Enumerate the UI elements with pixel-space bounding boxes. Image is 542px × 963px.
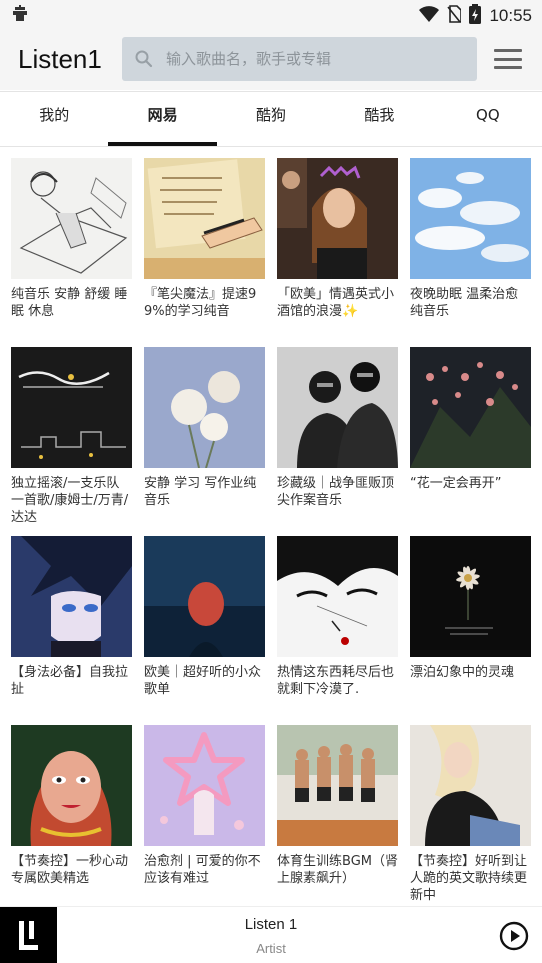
status-bar: 10:55 (0, 0, 542, 30)
now-playing-bar[interactable]: Listen 1 Artist (0, 906, 542, 963)
playlist-cover (144, 725, 265, 846)
playlist-title: 夜晚助眠 温柔治愈纯音乐 (410, 287, 519, 319)
playlist-cover (11, 158, 132, 279)
playlist-card[interactable]: 【身法必备】自我拉扯 (11, 536, 132, 698)
playlist-cover (277, 725, 398, 846)
search-icon (135, 50, 153, 68)
tab-mine[interactable]: 我的 (0, 92, 108, 146)
playlist-title: 热情这东西耗尽后也就剩下冷漠了. (277, 665, 395, 697)
playlist-title: 欧美｜超好听的小众歌单 (144, 665, 262, 697)
playlist-card[interactable]: 热情这东西耗尽后也就剩下冷漠了. (277, 536, 398, 698)
clock: 10:55 (489, 6, 532, 25)
playlist-title: 「欧美」情遇英式小酒馆的浪漫✨ (277, 287, 395, 319)
playlist-card[interactable]: 体育生训练BGM（肾上腺素飙升） (277, 725, 398, 887)
playlist-title: 纯音乐 安静 舒缓 睡眠 休息 (11, 287, 128, 319)
playlist-card[interactable]: 欧美｜超好听的小众歌单 (144, 536, 265, 698)
playlist-cover (11, 536, 132, 657)
playlist-title: 【身法必备】自我拉扯 (11, 665, 129, 697)
tab-qq[interactable]: QQ (434, 92, 542, 146)
battery-charging-icon (469, 4, 482, 28)
playlist-cover (277, 536, 398, 657)
playlist-card[interactable]: 治愈剂 | 可爱的你不应该有难过 (144, 725, 265, 887)
source-tabs: 我的 网易 酷狗 酷我 QQ (0, 91, 542, 147)
playlist-card[interactable]: 漂泊幻象中的灵魂 (410, 536, 531, 681)
playlist-cover (410, 347, 531, 468)
playlist-card[interactable]: 「欧美」情遇英式小酒馆的浪漫✨ (277, 158, 398, 320)
playlist-card[interactable]: 纯音乐 安静 舒缓 睡眠 休息 (11, 158, 132, 320)
playlist-card[interactable]: 【节奏控】一秒心动专属欧美精选 (11, 725, 132, 887)
tab-netease[interactable]: 网易 (108, 92, 218, 146)
playlist-card[interactable]: “花一定会再开” (410, 347, 531, 492)
search-box[interactable] (122, 37, 477, 81)
playlist-card[interactable]: 珍藏级｜战争匪贩顶尖作案音乐 (277, 347, 398, 509)
playlist-title: 『笔尖魔法』提速99%的学习纯音 (144, 287, 257, 319)
playlist-cover (277, 347, 398, 468)
playlist-card[interactable]: 安静 学习 写作业纯音乐 (144, 347, 265, 509)
playlist-cover (144, 347, 265, 468)
playlist-cover (410, 725, 531, 846)
now-playing-artist: Artist (256, 941, 286, 956)
playlist-title: 安静 学习 写作业纯音乐 (144, 476, 257, 508)
app-title: Listen1 (18, 44, 102, 74)
playlist-title: 治愈剂 | 可爱的你不应该有难过 (144, 854, 261, 886)
playlist-cover (144, 536, 265, 657)
playlist-title: 体育生训练BGM（肾上腺素飙升） (277, 854, 398, 886)
menu-icon[interactable] (494, 49, 522, 69)
playlist-cover (410, 158, 531, 279)
playlist-title: “花一定会再开” (410, 476, 502, 491)
app-bar: Listen1 (0, 30, 542, 90)
bug-icon (10, 4, 30, 29)
playlist-card[interactable]: 夜晚助眠 温柔治愈纯音乐 (410, 158, 531, 320)
playlist-title: 漂泊幻象中的灵魂 (410, 665, 515, 680)
playlist-cover (277, 158, 398, 279)
playlist-title: 独立摇滚/一支乐队一首歌/康姆士/万青/达达 (11, 476, 129, 525)
playlist-card[interactable]: 『笔尖魔法』提速99%的学习纯音 (144, 158, 265, 320)
playlist-card[interactable]: 【节奏控】好听到让人跪的英文歌持续更新中 (410, 725, 531, 904)
wifi-icon (419, 6, 440, 26)
playlist-title: 【节奏控】好听到让人跪的英文歌持续更新中 (410, 854, 528, 903)
play-circle-icon[interactable] (499, 921, 529, 951)
playlist-cover (11, 347, 132, 468)
playlist-title: 【节奏控】一秒心动专属欧美精选 (11, 854, 129, 886)
playlist-cover (144, 158, 265, 279)
now-playing-title: Listen 1 (244, 916, 298, 933)
tab-kuwo[interactable]: 酷我 (325, 92, 433, 146)
tab-kugou[interactable]: 酷狗 (217, 92, 325, 146)
playlist-cover (410, 536, 531, 657)
playlist-cover (11, 725, 132, 846)
no-sim-icon (447, 5, 463, 27)
search-input[interactable] (166, 37, 466, 81)
playlist-card[interactable]: 独立摇滚/一支乐队一首歌/康姆士/万青/达达 (11, 347, 132, 526)
playlist-title: 珍藏级｜战争匪贩顶尖作案音乐 (277, 476, 395, 508)
